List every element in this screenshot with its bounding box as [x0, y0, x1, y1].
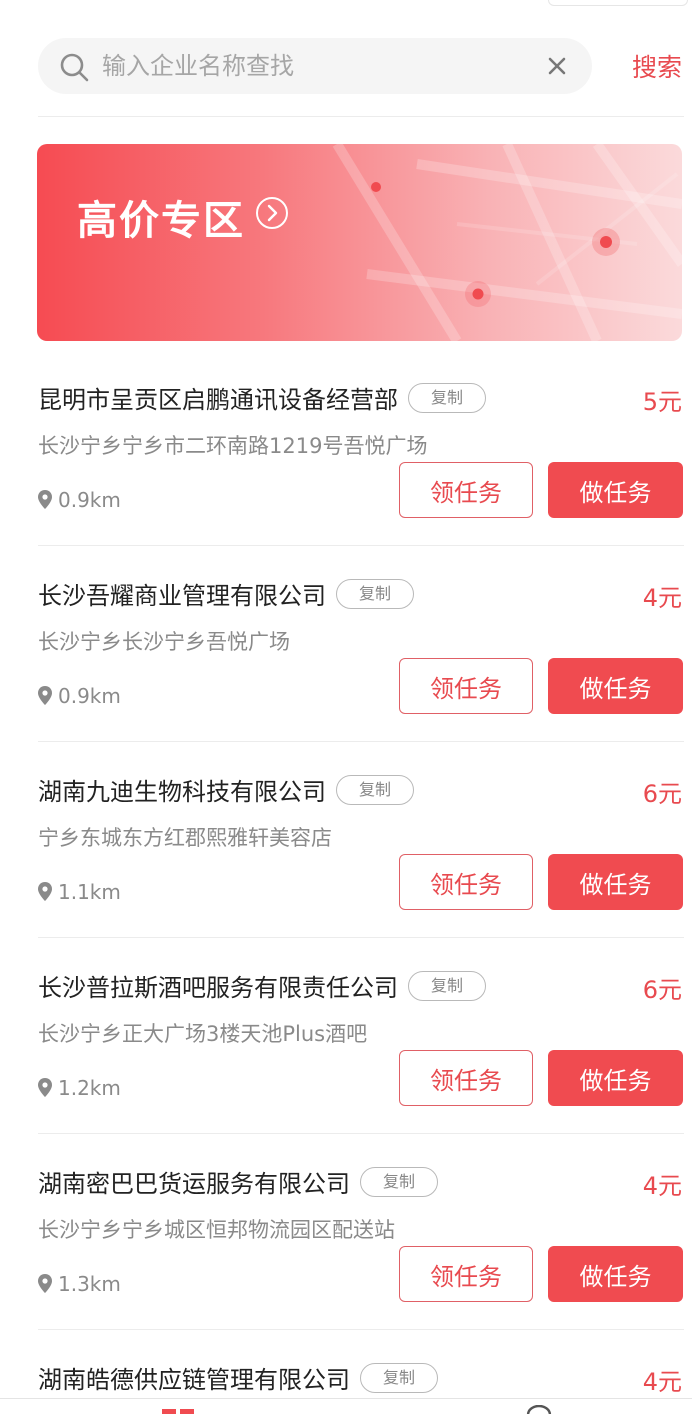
- list-item: 昆明市呈贡区启鹏通讯设备经营部 复制 5元 长沙宁乡宁乡市二环南路1219号吾悦广…: [0, 350, 692, 546]
- distance: 1.2km: [38, 1076, 121, 1100]
- bottom-tab-bar: [0, 1398, 692, 1414]
- search-input[interactable]: [102, 46, 532, 86]
- copy-button[interactable]: 复制: [360, 1363, 438, 1393]
- search-row: 搜索: [0, 38, 692, 94]
- reward-price: 4元: [642, 1368, 682, 1396]
- company-name: 长沙吾耀商业管理有限公司 复制: [38, 576, 414, 612]
- profile-tab-icon[interactable]: [524, 1405, 554, 1414]
- address: 长沙宁乡宁乡市二环南路1219号吾悦广场: [38, 434, 428, 458]
- take-task-button[interactable]: 领任务: [399, 658, 533, 714]
- copy-button[interactable]: 复制: [408, 383, 486, 413]
- do-task-button[interactable]: 做任务: [548, 658, 683, 714]
- copy-button[interactable]: 复制: [336, 579, 414, 609]
- search-icon: [60, 53, 89, 82]
- high-price-banner[interactable]: 高价专区: [37, 144, 682, 341]
- top-dropdown-edge: [548, 0, 688, 6]
- copy-button[interactable]: 复制: [360, 1167, 438, 1197]
- location-pin-icon: [38, 490, 52, 509]
- reward-price: 6元: [642, 780, 682, 808]
- do-task-button[interactable]: 做任务: [548, 1246, 683, 1302]
- reward-price: 5元: [642, 388, 682, 416]
- search-box[interactable]: [38, 38, 592, 94]
- search-button[interactable]: 搜索: [632, 48, 682, 84]
- location-pin-icon: [38, 882, 52, 901]
- chevron-right-circle-icon: [256, 197, 288, 229]
- list-item: 湖南密巴巴货运服务有限公司 复制 4元 长沙宁乡宁乡城区恒邦物流园区配送站 1.3…: [0, 1134, 692, 1330]
- take-task-button[interactable]: 领任务: [399, 1050, 533, 1106]
- copy-button[interactable]: 复制: [336, 775, 414, 805]
- distance: 0.9km: [38, 488, 121, 512]
- address: 宁乡东城东方红郡熙雅轩美容店: [38, 826, 332, 850]
- do-task-button[interactable]: 做任务: [548, 1050, 683, 1106]
- reward-price: 4元: [642, 584, 682, 612]
- reward-price: 4元: [642, 1172, 682, 1200]
- address: 长沙宁乡正大广场3楼天池Plus酒吧: [38, 1022, 368, 1046]
- distance: 1.3km: [38, 1272, 121, 1296]
- company-name: 湖南密巴巴货运服务有限公司 复制: [38, 1164, 438, 1200]
- address: 长沙宁乡长沙宁乡吾悦广场: [38, 630, 290, 654]
- banner-title: 高价专区: [77, 198, 245, 244]
- location-pin-icon: [38, 686, 52, 705]
- clear-icon[interactable]: [543, 52, 571, 80]
- company-name: 湖南皓德供应链管理有限公司 复制: [38, 1360, 438, 1396]
- reward-price: 6元: [642, 976, 682, 1004]
- do-task-button[interactable]: 做任务: [548, 462, 683, 518]
- address: 长沙宁乡宁乡城区恒邦物流园区配送站: [38, 1218, 395, 1242]
- list-item: 湖南皓德供应链管理有限公司 复制 4元: [0, 1330, 692, 1398]
- company-name: 湖南九迪生物科技有限公司 复制: [38, 772, 414, 808]
- home-tab-icon[interactable]: [160, 1407, 200, 1414]
- location-pin-icon: [38, 1274, 52, 1293]
- distance: 0.9km: [38, 684, 121, 708]
- company-name: 长沙普拉斯酒吧服务有限责任公司 复制: [38, 968, 486, 1004]
- company-name: 昆明市呈贡区启鹏通讯设备经营部 复制: [38, 380, 486, 416]
- list-item: 长沙吾耀商业管理有限公司 复制 4元 长沙宁乡长沙宁乡吾悦广场 0.9km 领任务…: [0, 546, 692, 742]
- do-task-button[interactable]: 做任务: [548, 854, 683, 910]
- copy-button[interactable]: 复制: [408, 971, 486, 1001]
- location-pin-icon: [38, 1078, 52, 1097]
- distance: 1.1km: [38, 880, 121, 904]
- take-task-button[interactable]: 领任务: [399, 854, 533, 910]
- take-task-button[interactable]: 领任务: [399, 1246, 533, 1302]
- list-item: 长沙普拉斯酒吧服务有限责任公司 复制 6元 长沙宁乡正大广场3楼天池Plus酒吧 …: [0, 938, 692, 1134]
- divider: [38, 116, 684, 117]
- list-item: 湖南九迪生物科技有限公司 复制 6元 宁乡东城东方红郡熙雅轩美容店 1.1km 领…: [0, 742, 692, 938]
- take-task-button[interactable]: 领任务: [399, 462, 533, 518]
